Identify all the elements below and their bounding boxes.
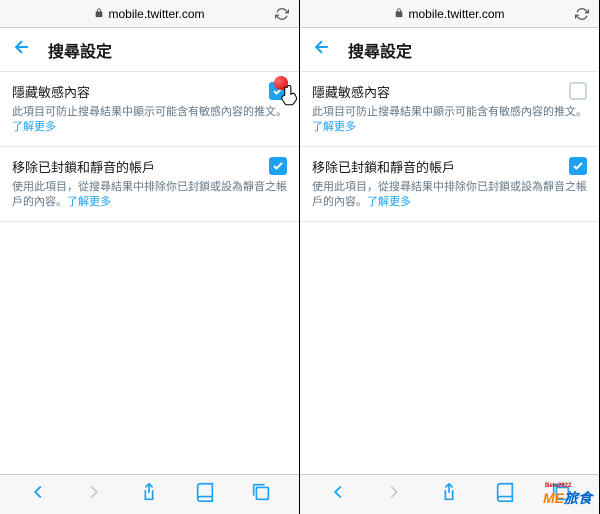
url-bar: mobile.twitter.com (0, 0, 299, 28)
setting-remove-blocked: 移除已封鎖和靜音的帳戶 使用此項目，從搜尋結果中排除你已封鎖或設為靜音之帳戶的內… (0, 147, 299, 222)
url-text: mobile.twitter.com (408, 7, 504, 21)
nav-forward-icon (83, 481, 105, 508)
learn-more-link[interactable]: 了解更多 (312, 121, 356, 133)
hand-cursor-icon (276, 82, 304, 110)
checkbox-hide-sensitive[interactable] (569, 82, 587, 100)
nav-back-icon[interactable] (27, 481, 49, 508)
setting-desc: 此項目可防止搜尋結果中顯示可能含有敏感內容的推文。了解更多 (312, 105, 587, 136)
lock-icon (394, 5, 408, 23)
cursor-pointer (266, 76, 306, 116)
setting-desc: 使用此項目，從搜尋結果中排除你已封鎖或設為靜音之帳戶的內容。了解更多 (12, 180, 287, 211)
bookmarks-icon[interactable] (494, 481, 516, 508)
setting-title: 隱藏敏感內容 (312, 82, 390, 101)
setting-hide-sensitive: 隱藏敏感內容 此項目可防止搜尋結果中顯示可能含有敏感內容的推文。了解更多 (0, 72, 299, 147)
setting-desc: 使用此項目，從搜尋結果中排除你已封鎖或設為靜音之帳戶的內容。了解更多 (312, 180, 587, 211)
settings-content: 隱藏敏感內容 此項目可防止搜尋結果中顯示可能含有敏感內容的推文。了解更多 移除已… (0, 72, 299, 474)
setting-desc: 此項目可防止搜尋結果中顯示可能含有敏感內容的推文。了解更多 (12, 105, 287, 136)
nav-forward-icon (383, 481, 405, 508)
page-title: 搜尋設定 (48, 38, 112, 62)
refresh-icon[interactable] (275, 7, 289, 21)
setting-title: 移除已封鎖和靜音的帳戶 (312, 157, 455, 176)
back-arrow-icon[interactable] (12, 37, 48, 62)
settings-content: 隱藏敏感內容 此項目可防止搜尋結果中顯示可能含有敏感內容的推文。了解更多 移除已… (300, 72, 599, 474)
checkbox-remove-blocked[interactable] (569, 157, 587, 175)
page-header: 搜尋設定 (300, 28, 599, 72)
phone-right: mobile.twitter.com 搜尋設定 隱藏敏感內容 此項目可防止搜尋結… (300, 0, 600, 514)
browser-toolbar (0, 474, 299, 514)
url-bar: mobile.twitter.com (300, 0, 599, 28)
setting-remove-blocked: 移除已封鎖和靜音的帳戶 使用此項目，從搜尋結果中排除你已封鎖或設為靜音之帳戶的內… (300, 147, 599, 222)
nav-back-icon[interactable] (327, 481, 349, 508)
checkbox-remove-blocked[interactable] (269, 157, 287, 175)
learn-more-link[interactable]: 了解更多 (67, 196, 111, 208)
setting-hide-sensitive: 隱藏敏感內容 此項目可防止搜尋結果中顯示可能含有敏感內容的推文。了解更多 (300, 72, 599, 147)
share-icon[interactable] (438, 481, 460, 508)
watermark: Beta2022 ME旅食 (543, 485, 592, 508)
phone-left: mobile.twitter.com 搜尋設定 隱藏敏感內容 此項目可防止搜尋結… (0, 0, 300, 514)
setting-title: 隱藏敏感內容 (12, 82, 90, 101)
bookmarks-icon[interactable] (194, 481, 216, 508)
share-icon[interactable] (138, 481, 160, 508)
setting-title: 移除已封鎖和靜音的帳戶 (12, 157, 155, 176)
page-header: 搜尋設定 (0, 28, 299, 72)
learn-more-link[interactable]: 了解更多 (12, 121, 56, 133)
page-title: 搜尋設定 (348, 38, 412, 62)
refresh-icon[interactable] (575, 7, 589, 21)
lock-icon (94, 5, 108, 23)
learn-more-link[interactable]: 了解更多 (367, 196, 411, 208)
back-arrow-icon[interactable] (312, 37, 348, 62)
tabs-icon[interactable] (250, 481, 272, 508)
url-text: mobile.twitter.com (108, 7, 204, 21)
